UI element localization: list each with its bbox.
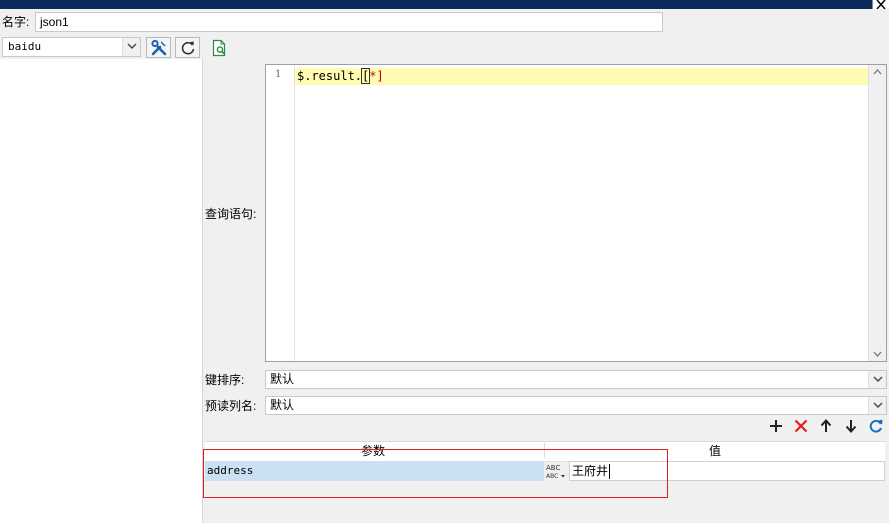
- add-param-button[interactable]: [768, 418, 784, 434]
- close-button[interactable]: [872, 0, 889, 9]
- title-bar: [0, 0, 889, 9]
- preview-query-button[interactable]: [212, 39, 228, 57]
- name-input[interactable]: json1: [35, 12, 663, 32]
- key-sort-dropdown-arrow[interactable]: [868, 371, 886, 388]
- name-label: 名字:: [2, 15, 30, 29]
- chevron-down-icon: [873, 402, 883, 408]
- editor-gutter: 1: [266, 65, 295, 361]
- query-label: 查询语句:: [205, 207, 257, 221]
- preread-value: 默认: [270, 398, 295, 412]
- add-icon: [770, 420, 782, 432]
- datasource-settings-button[interactable]: [146, 37, 171, 58]
- move-up-button[interactable]: [818, 418, 834, 434]
- close-icon: [876, 0, 886, 9]
- move-down-button[interactable]: [843, 418, 859, 434]
- chevron-down-icon: [127, 43, 137, 49]
- delete-icon: [794, 419, 808, 433]
- preread-label: 预读列名:: [205, 399, 257, 413]
- refresh-icon: [181, 41, 195, 55]
- settings-tools-icon: [151, 40, 167, 56]
- reload-icon: [869, 419, 883, 433]
- key-sort-label: 键排序:: [205, 373, 245, 387]
- chevron-down-icon: [873, 376, 883, 382]
- scroll-up-icon[interactable]: [873, 69, 882, 75]
- code-bracket-close: *]: [369, 69, 384, 83]
- editor-vertical-scrollbar[interactable]: [868, 65, 886, 361]
- line-number: 1: [275, 69, 282, 80]
- datasource-select[interactable]: baidu: [2, 37, 141, 57]
- datasource-tree-panel[interactable]: [0, 59, 203, 523]
- key-sort-value: 默认: [270, 372, 295, 386]
- move-up-icon: [820, 419, 832, 432]
- name-input-value: json1: [40, 15, 69, 29]
- move-down-icon: [845, 420, 857, 433]
- code-text: $.result.: [297, 69, 363, 83]
- preview-query-icon: [212, 39, 226, 57]
- key-sort-select[interactable]: 默认: [265, 370, 887, 389]
- delete-param-button[interactable]: [793, 418, 809, 434]
- highlight-annotation-box: [203, 449, 668, 498]
- preread-dropdown-arrow[interactable]: [868, 397, 886, 414]
- query-editor[interactable]: 1 $.result.[*]: [265, 64, 887, 362]
- preread-select[interactable]: 默认: [265, 396, 887, 415]
- editor-code-line: $.result.[*]: [297, 68, 384, 84]
- datasource-select-value: baidu: [8, 40, 42, 53]
- reload-params-button[interactable]: [868, 418, 884, 434]
- value-column-header[interactable]: 值: [709, 443, 721, 459]
- scroll-down-icon[interactable]: [873, 351, 882, 357]
- datasource-dropdown-arrow[interactable]: [122, 38, 140, 56]
- datasource-refresh-button[interactable]: [175, 37, 200, 58]
